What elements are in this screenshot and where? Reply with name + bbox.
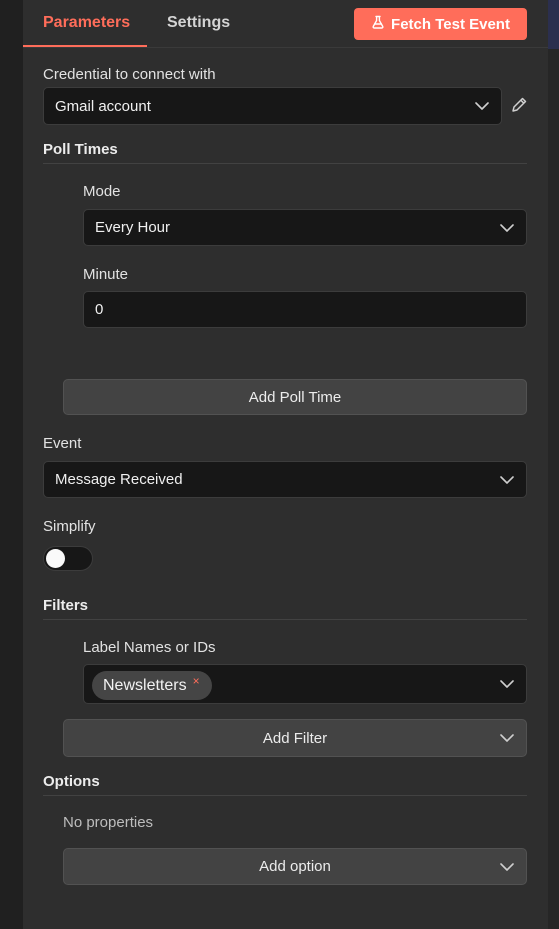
edit-credential-pencil-icon[interactable] (510, 96, 528, 114)
label-chip: Newsletters × (92, 671, 212, 700)
minute-value: 0 (95, 301, 104, 318)
node-parameters-panel: Parameters Settings Fetch Test Event Cre… (23, 0, 548, 929)
label-names-select[interactable]: Newsletters × (83, 664, 527, 704)
minute-label: Minute (83, 266, 129, 283)
event-value: Message Received (55, 471, 183, 488)
label-chip-text: Newsletters (103, 676, 187, 694)
add-option-label: Add option (259, 858, 331, 875)
add-filter-button[interactable]: Add Filter (63, 719, 527, 757)
chevron-down-icon (500, 734, 514, 742)
chevron-down-icon (500, 680, 514, 688)
chevron-down-icon (500, 475, 514, 484)
chevron-down-icon (500, 862, 514, 871)
add-option-button[interactable]: Add option (63, 848, 527, 885)
mode-value: Every Hour (95, 219, 171, 236)
mode-select[interactable]: Every Hour (83, 209, 527, 246)
mode-label: Mode (83, 183, 121, 200)
add-filter-label: Add Filter (262, 729, 328, 747)
credential-value: Gmail account (55, 97, 151, 115)
add-poll-time-button[interactable]: Add Poll Time (63, 379, 527, 415)
filters-title: Filters (43, 597, 89, 614)
credential-select[interactable]: Gmail account (43, 87, 502, 125)
poll-times-divider (43, 163, 527, 164)
chevron-down-icon (475, 102, 489, 110)
label-names-label: Label Names or IDs (83, 639, 216, 656)
filters-divider (43, 619, 527, 620)
flask-icon (371, 15, 385, 33)
poll-times-title: Poll Times (43, 141, 118, 158)
fetch-test-event-label: Fetch Test Event (391, 15, 510, 33)
toggle-knob (46, 549, 65, 568)
left-gutter (0, 0, 23, 929)
tab-divider (23, 47, 548, 48)
event-label: Event (43, 435, 82, 452)
simplify-toggle[interactable] (43, 546, 93, 571)
options-title: Options (43, 773, 100, 790)
tab-parameters[interactable]: Parameters (43, 14, 130, 32)
tab-settings[interactable]: Settings (167, 14, 230, 32)
chevron-down-icon (500, 223, 514, 232)
no-properties-text: No properties (63, 814, 154, 831)
minute-input[interactable]: 0 (83, 291, 527, 328)
options-divider (43, 795, 527, 796)
event-select[interactable]: Message Received (43, 461, 527, 498)
fetch-test-event-button[interactable]: Fetch Test Event (354, 8, 527, 40)
credential-label: Credential to connect with (43, 66, 216, 83)
chip-remove-icon[interactable]: × (193, 674, 200, 688)
right-gutter-accent (548, 0, 559, 49)
right-gutter (548, 0, 559, 929)
simplify-label: Simplify (43, 518, 96, 535)
